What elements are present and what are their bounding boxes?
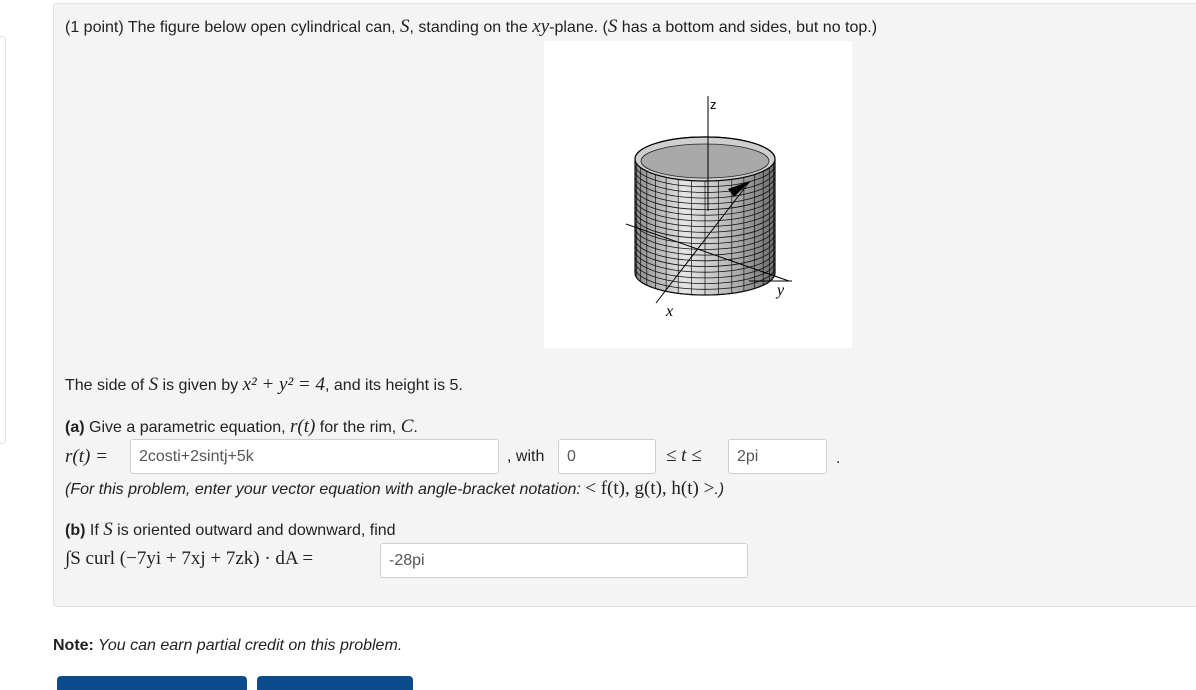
intro-S: S <box>400 16 410 37</box>
problem-intro: (1 point) The figure below open cylindri… <box>65 17 877 38</box>
rim-equation-input[interactable] <box>130 439 499 474</box>
part-b-label: (b) <box>65 522 86 539</box>
submit-answers-button[interactable] <box>257 676 413 690</box>
x-axis-label: x <box>665 303 673 320</box>
intro-S2: S <box>607 16 618 37</box>
hint-text-2: .) <box>714 481 725 498</box>
note-label: Note: <box>53 637 94 654</box>
intro-text-2: , standing on the <box>409 19 533 36</box>
part-a-period: . <box>836 450 841 467</box>
flux-integral: ∫S curl (−7yi + 7xj + 7zk) · dA = <box>65 548 314 569</box>
part-a-text-1: Give a parametric equation, <box>84 419 290 436</box>
flux-answer-input[interactable] <box>380 543 748 578</box>
part-a-prompt: (a) Give a parametric equation, r(t) for… <box>65 417 418 438</box>
z-axis-label: z <box>710 97 717 112</box>
t-inequality: ≤ t ≤ <box>666 445 702 466</box>
part-b-text-2: is oriented outward and downward, find <box>112 522 396 539</box>
with-label: , with <box>507 448 545 465</box>
hint-text-1: (For this problem, enter your vector equ… <box>65 481 586 498</box>
intro-text-4: has a bottom and sides, but no top.) <box>617 19 878 36</box>
side-text-1: The side of <box>65 377 149 394</box>
side-text-3: , and its height is 5. <box>325 377 463 394</box>
preview-answers-button[interactable] <box>57 676 247 690</box>
left-rail <box>0 36 6 444</box>
intro-xy: xy <box>532 16 550 37</box>
side-equation: x² + y² = 4 <box>242 374 325 395</box>
part-a-lhs: r(t) = <box>65 446 108 467</box>
side-description: The side of S is given by x² + y² = 4, a… <box>65 375 463 396</box>
t-upper-bound-input[interactable] <box>728 439 827 474</box>
note-text: You can earn partial credit on this prob… <box>93 637 403 654</box>
intro-text-3: -plane. ( <box>549 19 608 36</box>
side-S: S <box>148 374 159 395</box>
part-a-C: C <box>400 416 414 437</box>
partial-credit-note: Note: You can earn partial credit on thi… <box>53 636 402 656</box>
t-lower-bound-input[interactable] <box>558 439 656 474</box>
hint-math: < f(t), g(t), h(t) > <box>585 478 715 499</box>
side-text-2: is given by <box>158 377 243 394</box>
part-a-r-t: r(t) <box>290 416 316 437</box>
part-b-S: S <box>103 519 113 540</box>
cylinder-image: z x y <box>625 96 792 320</box>
part-a-label: (a) <box>65 419 85 436</box>
part-b-text-1: If <box>85 522 104 539</box>
part-a-hint: (For this problem, enter your vector equ… <box>65 479 724 500</box>
cylinder-figure: z x y <box>544 41 852 348</box>
y-axis-label: y <box>775 282 785 299</box>
part-a-text-3: . <box>413 419 418 436</box>
part-a-text-2: for the rim, <box>315 419 401 436</box>
intro-text-1: (1 point) The figure below open cylindri… <box>65 19 400 36</box>
part-b-prompt: (b) If S is oriented outward and downwar… <box>65 520 396 541</box>
